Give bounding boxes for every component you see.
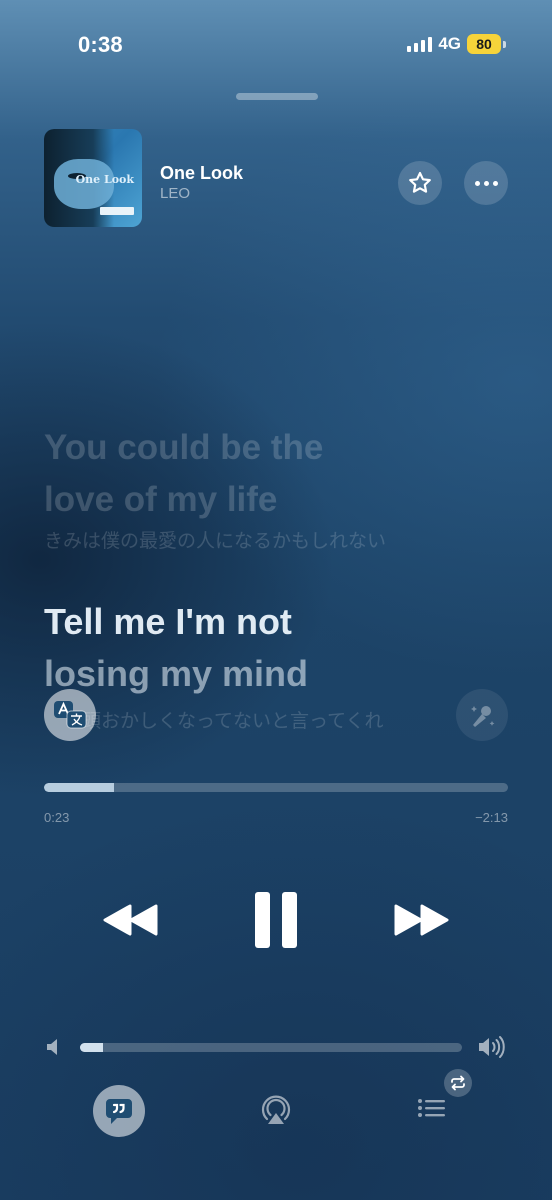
rewind-icon: [103, 904, 158, 936]
song-title[interactable]: One Look: [160, 163, 243, 184]
rewind-button[interactable]: [98, 895, 162, 945]
lyric-text: You could be the: [44, 428, 324, 467]
lyric-line-current[interactable]: Tell me I'm not losing my mind: [44, 596, 514, 700]
volume-low-icon: [47, 1039, 57, 1055]
artwork-title: One Look: [75, 173, 134, 186]
more-options-button[interactable]: [464, 161, 508, 205]
repeat-indicator: [444, 1069, 472, 1097]
volume-level-fill: [80, 1043, 103, 1052]
queue-icon: [418, 1099, 445, 1117]
network-type: 4G: [438, 34, 461, 53]
elapsed-time: 0:23: [44, 810, 70, 825]
remaining-time: −2:13: [475, 810, 508, 825]
playback-progress-fill: [44, 783, 114, 792]
lyric-translation-current: 頭おかしくなってないと言ってくれ: [82, 711, 384, 732]
favorite-button[interactable]: [398, 161, 442, 205]
volume-high-icon: [479, 1036, 505, 1058]
status-indicators: 4G 80: [407, 34, 506, 54]
lyrics-icon: [106, 1099, 132, 1124]
repeat-icon: [451, 1075, 465, 1091]
lyric-translation-previous: きみは僕の最愛の人になるかもしれない: [44, 531, 387, 552]
lyrics-button[interactable]: [93, 1085, 145, 1137]
queue-button[interactable]: [408, 1090, 456, 1130]
volume-slider[interactable]: [80, 1043, 462, 1052]
fast-forward-button[interactable]: [390, 895, 454, 945]
airplay-button[interactable]: [254, 1088, 298, 1132]
pause-icon: [255, 892, 297, 948]
cellular-signal-icon: [407, 36, 433, 52]
fast-forward-icon: [394, 904, 449, 936]
sheet-grabber[interactable]: [236, 93, 318, 100]
battery-level: 80: [476, 36, 492, 52]
microphone-sparkle-icon: [471, 706, 495, 727]
pause-button[interactable]: [244, 890, 308, 950]
playback-scrubber[interactable]: [44, 783, 508, 792]
lyric-text: love of my life: [44, 480, 278, 519]
translate-lyrics-button[interactable]: [44, 689, 96, 741]
status-time: 0:38: [78, 32, 123, 57]
album-artwork[interactable]: One Look: [44, 129, 142, 227]
song-artist[interactable]: LEO: [160, 185, 190, 202]
airplay-icon: [261, 1095, 291, 1124]
ellipsis-icon: [474, 180, 498, 186]
lyric-text: losing my mind: [44, 653, 309, 694]
battery-charging-icon: [503, 40, 506, 48]
translate-icon: [54, 701, 87, 729]
star-icon: [409, 171, 431, 193]
sing-mode-button[interactable]: [456, 689, 508, 741]
battery-icon: 80: [467, 34, 501, 54]
lyric-line-previous[interactable]: You could be the love of my life: [44, 422, 504, 526]
lyric-text: Tell me I'm not: [44, 601, 292, 642]
